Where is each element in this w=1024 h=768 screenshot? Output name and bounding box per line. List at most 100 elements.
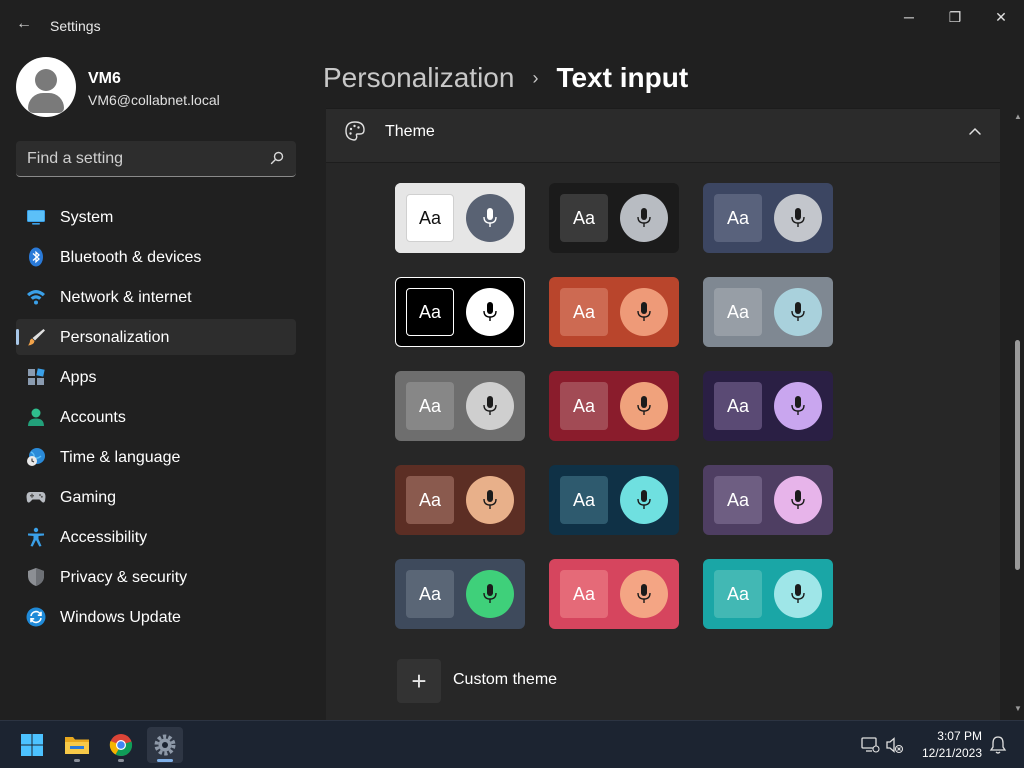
accounts-icon — [26, 407, 46, 427]
close-button[interactable]: ✕ — [978, 2, 1024, 32]
profile-name: VM6 — [88, 70, 121, 87]
theme-section-title: Theme — [385, 123, 435, 140]
back-button[interactable]: ← — [10, 12, 38, 36]
theme-tile[interactable]: Aa — [703, 183, 833, 253]
microphone-icon — [466, 194, 514, 242]
start-icon[interactable] — [14, 727, 50, 763]
microphone-icon — [774, 194, 822, 242]
microphone-icon — [620, 288, 668, 336]
breadcrumb-parent[interactable]: Personalization — [323, 62, 514, 94]
microphone-icon — [620, 570, 668, 618]
sidebar-item-apps[interactable]: Apps — [16, 359, 296, 395]
theme-sample-text: Aa — [560, 476, 608, 524]
sidebar-item-time-language[interactable]: Time & language — [16, 439, 296, 475]
sidebar-item-privacy[interactable]: Privacy & security — [16, 559, 296, 595]
scroll-thumb[interactable] — [1015, 340, 1020, 570]
sidebar-item-accessibility[interactable]: Accessibility — [16, 519, 296, 555]
theme-panel: Theme Aa Aa Aa Aa Aa Aa Aa Aa Aa Aa Aa Aa Aa Aa Aa + C… — [326, 108, 1000, 720]
palette-icon — [344, 120, 366, 142]
sidebar-item-accounts[interactable]: Accounts — [16, 399, 296, 435]
shield-icon — [26, 567, 46, 587]
theme-sample-text: Aa — [406, 194, 454, 242]
theme-section-header[interactable]: Theme — [326, 109, 1000, 163]
clock-time[interactable]: 3:07 PM — [920, 729, 982, 743]
sidebar-item-windows-update[interactable]: Windows Update — [16, 599, 296, 635]
file-explorer-icon[interactable] — [59, 727, 95, 763]
sidebar-item-label: Bluetooth & devices — [60, 249, 202, 266]
custom-theme-label: Custom theme — [453, 671, 558, 688]
custom-theme-button[interactable]: + Custom theme — [397, 659, 647, 703]
sidebar-item-bluetooth[interactable]: Bluetooth & devices — [16, 239, 296, 275]
microphone-icon — [466, 288, 514, 336]
theme-sample-text: Aa — [714, 382, 762, 430]
scroll-down-icon[interactable]: ▼ — [1014, 704, 1022, 713]
theme-tile[interactable]: Aa — [395, 559, 525, 629]
user-profile[interactable]: VM6 VM6@collabnet.local — [16, 57, 306, 117]
theme-tile[interactable]: Aa — [395, 465, 525, 535]
sidebar-item-system[interactable]: System — [16, 199, 296, 235]
plus-icon: + — [397, 659, 441, 703]
network-icon[interactable] — [860, 735, 880, 755]
sidebar-item-personalization[interactable]: Personalization — [16, 319, 296, 355]
sidebar-item-gaming[interactable]: Gaming — [16, 479, 296, 515]
sidebar-item-label: Personalization — [60, 329, 170, 346]
wifi-icon — [26, 287, 46, 307]
search-icon[interactable] — [270, 151, 284, 165]
settings-app-icon[interactable] — [147, 727, 183, 763]
microphone-icon — [774, 476, 822, 524]
theme-tile[interactable]: Aa — [703, 277, 833, 347]
theme-sample-text: Aa — [406, 288, 454, 336]
theme-sample-text: Aa — [406, 476, 454, 524]
sidebar-item-label: Windows Update — [60, 609, 181, 626]
search-box[interactable] — [16, 141, 296, 177]
theme-sample-text: Aa — [560, 382, 608, 430]
theme-tile[interactable]: Aa — [703, 465, 833, 535]
gamepad-icon — [26, 487, 46, 507]
sidebar-item-label: Accounts — [60, 409, 126, 426]
app-title: Settings — [50, 18, 101, 34]
theme-tile[interactable]: Aa — [549, 371, 679, 441]
theme-tile[interactable]: Aa — [549, 465, 679, 535]
search-input[interactable] — [16, 141, 266, 176]
notification-bell-icon[interactable] — [988, 735, 1008, 755]
theme-tile[interactable]: Aa — [549, 559, 679, 629]
speaker-muted-icon[interactable] — [884, 735, 904, 755]
theme-sample-text: Aa — [406, 570, 454, 618]
theme-sample-text: Aa — [714, 476, 762, 524]
profile-email: VM6@collabnet.local — [88, 92, 220, 108]
microphone-icon — [620, 476, 668, 524]
clock-date[interactable]: 12/21/2023 — [912, 746, 982, 760]
bluetooth-icon — [26, 247, 46, 267]
sidebar-nav: System Bluetooth & devices Network & int… — [16, 199, 296, 639]
theme-tile[interactable]: Aa — [549, 183, 679, 253]
minimize-button[interactable]: ─ — [886, 2, 932, 32]
microphone-icon — [466, 570, 514, 618]
theme-tile[interactable]: Aa — [395, 371, 525, 441]
theme-sample-text: Aa — [714, 288, 762, 336]
sidebar-item-label: Gaming — [60, 489, 117, 506]
theme-tile[interactable]: Aa — [395, 277, 525, 347]
theme-sample-text: Aa — [714, 570, 762, 618]
microphone-icon — [466, 382, 514, 430]
microphone-icon — [774, 288, 822, 336]
theme-tile[interactable]: Aa — [703, 559, 833, 629]
theme-tile[interactable]: Aa — [395, 183, 525, 253]
sidebar-item-label: Time & language — [60, 449, 181, 466]
theme-sample-text: Aa — [714, 194, 762, 242]
scrollbar[interactable]: ▲ ▼ — [1012, 108, 1024, 720]
chevron-up-icon[interactable] — [964, 121, 986, 141]
chrome-icon[interactable] — [103, 727, 139, 763]
system-icon — [26, 207, 46, 227]
accessibility-icon — [26, 527, 46, 547]
scroll-up-icon[interactable]: ▲ — [1014, 112, 1022, 121]
sidebar-item-network[interactable]: Network & internet — [16, 279, 296, 315]
sidebar-item-label: Network & internet — [60, 289, 192, 306]
theme-tile[interactable]: Aa — [549, 277, 679, 347]
sidebar-item-label: Privacy & security — [60, 569, 188, 586]
theme-sample-text: Aa — [406, 382, 454, 430]
sidebar-item-label: Apps — [60, 369, 97, 386]
maximize-button[interactable]: ❐ — [932, 2, 978, 32]
theme-tile[interactable]: Aa — [703, 371, 833, 441]
microphone-icon — [774, 382, 822, 430]
update-icon — [26, 607, 46, 627]
